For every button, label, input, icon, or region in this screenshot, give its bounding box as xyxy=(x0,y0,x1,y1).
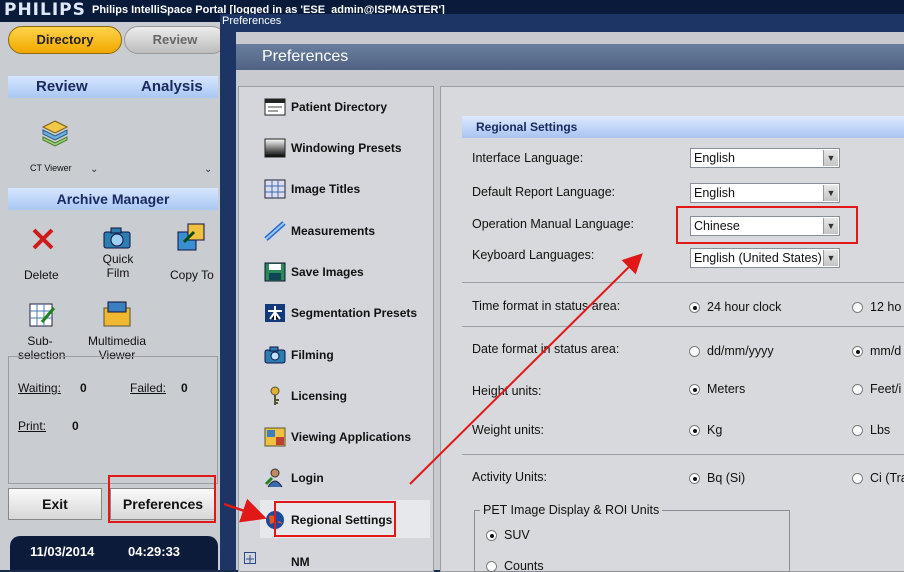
interface-language-label: Interface Language: xyxy=(472,151,584,165)
height-feet-radio[interactable] xyxy=(852,384,863,395)
divider xyxy=(462,282,904,283)
interface-language-select[interactable]: English ▼ xyxy=(690,148,840,168)
chevron-down-icon[interactable]: ▼ xyxy=(823,185,838,201)
nav-item-image-titles[interactable]: Image Titles xyxy=(291,179,360,199)
nav-item-filming[interactable]: Filming xyxy=(291,345,334,365)
activity-ci-label[interactable]: Ci (Tra xyxy=(870,471,904,485)
interface-language-value: English xyxy=(694,151,735,165)
height-feet-label[interactable]: Feet/i xyxy=(870,382,901,396)
divider xyxy=(462,454,904,455)
pet-counts-radio[interactable] xyxy=(486,561,497,572)
date-ddmm-radio[interactable] xyxy=(689,346,700,357)
time-24h-label[interactable]: 24 hour clock xyxy=(707,300,781,314)
default-report-language-label: Default Report Language: xyxy=(472,185,616,199)
date-mmdd-label[interactable]: mm/d xyxy=(870,344,901,358)
exit-button[interactable]: Exit xyxy=(8,488,102,520)
default-report-language-value: English xyxy=(694,186,735,200)
weight-kg-radio[interactable] xyxy=(689,425,700,436)
delete-icon[interactable] xyxy=(30,226,56,252)
chevron-down-icon[interactable]: ⌄ xyxy=(90,164,98,175)
nav-item-segmentation-presets[interactable]: Segmentation Presets xyxy=(291,303,417,323)
status-time: 04:29:33 xyxy=(128,544,181,559)
date-ddmm-label[interactable]: dd/mm/yyyy xyxy=(707,344,774,358)
weight-lbs-radio[interactable] xyxy=(852,425,863,436)
copy-to-label[interactable]: Copy To xyxy=(170,268,214,282)
windowing-presets-icon xyxy=(264,138,286,158)
keyboard-languages-value: English (United States) xyxy=(694,251,822,265)
regional-settings-highlight-box xyxy=(274,501,396,537)
pet-suv-radio[interactable] xyxy=(486,530,497,541)
nav-item-viewing-applications[interactable]: Viewing Applications xyxy=(291,427,411,447)
status-date: 11/03/2014 xyxy=(30,544,95,559)
time-24h-radio[interactable] xyxy=(689,302,700,313)
measurements-icon xyxy=(264,221,286,241)
quick-film-label[interactable]: Quick Film xyxy=(98,252,138,280)
viewing-applications-icon xyxy=(264,427,286,447)
philips-logo: PHILIPS xyxy=(4,0,86,20)
camera-icon[interactable] xyxy=(102,226,132,250)
tab-directory[interactable]: Directory xyxy=(8,26,122,54)
key-icon xyxy=(264,386,286,406)
review-label[interactable]: Review xyxy=(36,78,88,95)
weight-lbs-label[interactable]: Lbs xyxy=(870,423,890,437)
tab-review[interactable]: Review xyxy=(124,26,226,54)
nav-item-patient-directory[interactable]: Patient Directory xyxy=(291,97,387,117)
queue-manager-box xyxy=(8,356,218,484)
nav-item-nm[interactable]: NM xyxy=(291,552,310,572)
weight-units-label: Weight units: xyxy=(472,423,545,437)
filming-icon xyxy=(264,345,286,365)
patient-directory-icon xyxy=(264,97,286,117)
ct-viewer-icon[interactable] xyxy=(40,118,70,148)
keyboard-languages-select[interactable]: English (United States) ▼ xyxy=(690,248,840,268)
height-meters-radio[interactable] xyxy=(689,384,700,395)
nav-item-licensing[interactable]: Licensing xyxy=(291,386,347,406)
multimedia-viewer-icon[interactable] xyxy=(102,300,132,328)
nav-item-save-images[interactable]: Save Images xyxy=(291,262,364,282)
ct-viewer-label: CT Viewer xyxy=(30,163,72,173)
chevron-down-icon[interactable]: ⌄ xyxy=(204,164,212,175)
operation-manual-language-label: Operation Manual Language: xyxy=(472,217,634,231)
subselection-icon[interactable] xyxy=(28,302,56,328)
image-titles-icon xyxy=(264,179,286,199)
preferences-highlight-box xyxy=(108,475,216,523)
copy-to-icon[interactable] xyxy=(176,222,206,252)
time-12h-label[interactable]: 12 ho xyxy=(870,300,901,314)
login-icon xyxy=(264,468,286,488)
date-format-label: Date format in status area: xyxy=(472,342,620,356)
section-title: Regional Settings xyxy=(462,116,904,138)
activity-ci-radio[interactable] xyxy=(852,473,863,484)
default-report-language-select[interactable]: English ▼ xyxy=(690,183,840,203)
chevron-down-icon[interactable]: ▼ xyxy=(823,150,838,166)
activity-bq-label[interactable]: Bq (Si) xyxy=(707,471,745,485)
expand-icon[interactable] xyxy=(244,552,256,564)
activity-units-label: Activity Units: xyxy=(472,470,548,484)
analysis-label[interactable]: Analysis xyxy=(141,78,203,95)
divider xyxy=(462,326,904,327)
segmentation-presets-icon xyxy=(264,303,286,323)
operation-manual-highlight-box xyxy=(676,206,858,244)
height-meters-label[interactable]: Meters xyxy=(707,382,745,396)
height-units-label: Height units: xyxy=(472,384,542,398)
nav-item-measurements[interactable]: Measurements xyxy=(291,221,375,241)
nav-item-windowing-presets[interactable]: Windowing Presets xyxy=(291,138,402,158)
archive-manager-header: Archive Manager xyxy=(8,188,218,210)
keyboard-languages-label: Keyboard Languages: xyxy=(472,248,595,262)
dialog-header: Preferences xyxy=(236,44,904,70)
window-title: Preferences xyxy=(222,15,282,27)
pet-counts-label[interactable]: Counts xyxy=(504,559,544,570)
activity-bq-radio[interactable] xyxy=(689,473,700,484)
chevron-down-icon[interactable]: ▼ xyxy=(823,250,838,266)
delete-label[interactable]: Delete xyxy=(24,268,59,282)
weight-kg-label[interactable]: Kg xyxy=(707,423,722,437)
pet-suv-label[interactable]: SUV xyxy=(504,528,530,542)
date-mmdd-radio[interactable] xyxy=(852,346,863,357)
nav-item-login[interactable]: Login xyxy=(291,468,324,488)
time-format-label: Time format in status area: xyxy=(472,299,621,313)
save-images-icon xyxy=(264,262,286,282)
time-12h-radio[interactable] xyxy=(852,302,863,313)
pet-units-group-label: PET Image Display & ROI Units xyxy=(480,503,663,517)
